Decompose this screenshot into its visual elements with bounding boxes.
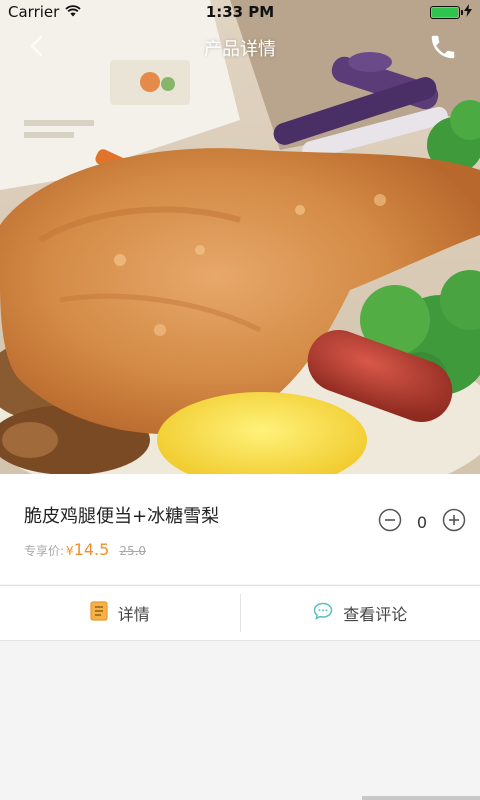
decrease-quantity-button[interactable] [378, 508, 402, 536]
status-bar: Carrier 1:33 PM [0, 0, 480, 24]
comment-icon [313, 602, 333, 624]
price-currency: ¥ [66, 544, 74, 558]
minus-circle-icon [378, 508, 402, 536]
tab-details-label: 详情 [117, 605, 150, 624]
price-row: 专享价: ¥ 14.5 25.0 [24, 540, 146, 559]
battery-icon [430, 5, 463, 19]
increase-quantity-button[interactable] [442, 508, 466, 536]
scroll-indicator[interactable] [362, 796, 480, 800]
tab-reviews-label: 查看评论 [343, 605, 408, 624]
nav-bar: 产品详情 [0, 24, 480, 72]
price-label: 专享价: [24, 544, 65, 558]
document-icon [90, 601, 108, 625]
quantity-value: 0 [416, 512, 428, 532]
product-name: 脆皮鸡腿便当+冰糖雪梨 [24, 506, 220, 527]
detail-tabs: 详情 查看评论 [0, 585, 480, 641]
plus-circle-icon [442, 508, 466, 536]
tab-content-area [0, 641, 480, 800]
tab-reviews[interactable]: 查看评论 [241, 586, 480, 640]
status-time: 1:33 PM [205, 3, 275, 21]
tab-details[interactable]: 详情 [0, 586, 240, 640]
chevron-left-icon [29, 35, 43, 61]
product-info-card: 脆皮鸡腿便当+冰糖雪梨 专享价: ¥ 14.5 25.0 0 [0, 474, 480, 584]
call-button[interactable] [426, 32, 460, 66]
page-title: 产品详情 [204, 39, 276, 60]
original-price: 25.0 [119, 544, 147, 558]
back-button[interactable] [22, 34, 50, 62]
price-value: 14.5 [73, 540, 110, 559]
battery-level-fill [432, 7, 458, 17]
phone-icon [428, 32, 458, 66]
quantity-stepper: 0 [378, 508, 466, 536]
